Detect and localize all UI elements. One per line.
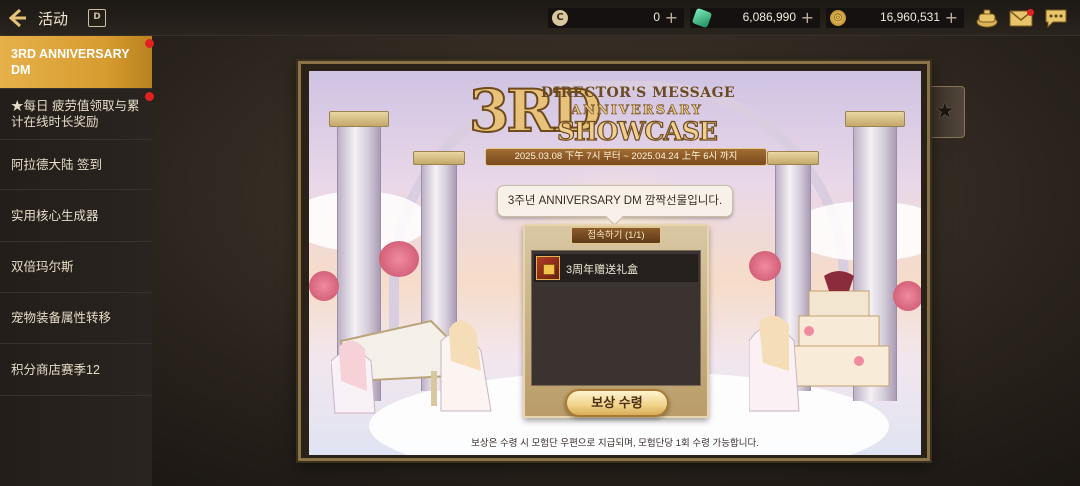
back-arrow-icon[interactable] xyxy=(6,7,28,29)
currency-gem: 6,086,990 + xyxy=(690,7,820,29)
speech-bubble: 3주년 ANNIVERSARY DM 깜짝선물입니다. xyxy=(497,185,733,217)
showcase-title: SHOWCASE xyxy=(556,116,718,146)
sidebar-item-daily-fatigue[interactable]: ★每日 疲劳值领取与累计在线时长奖励 xyxy=(0,89,154,140)
event-date-ribbon: 2025.03.08 下午 7시 부터 ~ 2025.04.24 上午 6시 까… xyxy=(485,148,767,166)
chat-icon[interactable] xyxy=(1044,7,1068,29)
sidebar-item-core-generator[interactable]: 实用核心生成器 xyxy=(0,190,152,242)
sidebar: 3RD ANNIVERSARY DM ★每日 疲劳值领取与累计在线时长奖励 阿拉… xyxy=(0,36,154,486)
sidebar-item-point-shop[interactable]: 积分商店赛季12 xyxy=(0,344,152,396)
favorite-tab[interactable]: ★ xyxy=(929,86,965,138)
reward-footnote: 보상은 수령 시 모험단 우편으로 지급되며, 모험단당 1회 수령 가능합니다… xyxy=(471,438,759,449)
notification-badge xyxy=(145,92,154,101)
currency-value: 0 xyxy=(653,10,660,24)
add-currency-button[interactable]: + xyxy=(665,8,678,27)
gift-box-icon xyxy=(536,256,560,280)
currency-coin: C 0 + xyxy=(548,8,684,28)
directors-message-title: DIRECTOR'S MESSAGE xyxy=(541,85,736,101)
currency-value: 6,086,990 xyxy=(742,10,796,24)
sidebar-item-checkin[interactable]: 阿拉德大陆 签到 xyxy=(0,140,152,190)
gold-coin-icon: ◎ xyxy=(830,10,846,26)
sidebar-item-label: ★每日 疲劳值领取与累计在线时长奖励 xyxy=(11,99,140,129)
sidebar-item-label: 实用核心生成器 xyxy=(11,208,99,223)
star-icon: ★ xyxy=(935,99,955,124)
top-bar: 活动 D C 0 + 6,086,990 + ◎ 16,960,531 + xyxy=(0,0,1080,36)
pillar-capital xyxy=(329,111,389,127)
sidebar-item-label: 双倍玛尔斯 xyxy=(11,260,74,274)
login-progress-label: 접속하기 (1/1) xyxy=(571,227,661,244)
reward-list: 3周年赠送礼盒 xyxy=(531,250,701,386)
mail-badge xyxy=(1027,9,1034,16)
pillar-capital xyxy=(845,111,905,127)
sidebar-item-label: 积分商店赛季12 xyxy=(11,362,100,377)
add-currency-button[interactable]: + xyxy=(801,8,814,27)
list-item[interactable]: 3周年赠送礼盒 xyxy=(534,254,698,282)
claim-reward-button[interactable]: 보상 수령 xyxy=(565,389,669,417)
reward-panel: 접속하기 (1/1) 3周年赠送礼盒 보상 수령 xyxy=(523,224,709,418)
pillar-capital xyxy=(767,151,819,165)
event-panel: 3RD DIRECTOR'S MESSAGE ANNIVERSARY SHOWC… xyxy=(298,61,930,461)
page-title: 活动 xyxy=(38,10,69,28)
sidebar-item-label: 3RD ANNIVERSARY DM xyxy=(11,47,130,77)
pillar-capital xyxy=(413,151,465,165)
reward-item-name: 3周年赠送礼盒 xyxy=(566,264,639,276)
coin-c-icon: C xyxy=(552,10,568,26)
currency-gold: ◎ 16,960,531 + xyxy=(826,8,964,28)
sidebar-item-label: 阿拉德大陆 签到 xyxy=(11,157,102,172)
sidebar-item-pet-transfer[interactable]: 宠物装备属性转移 xyxy=(0,293,152,344)
green-gem-icon xyxy=(691,7,713,29)
anniversary-title: ANNIVERSARY xyxy=(571,103,703,119)
event-banner-scene: 3RD DIRECTOR'S MESSAGE ANNIVERSARY SHOWC… xyxy=(309,71,921,455)
currency-value: 16,960,531 xyxy=(879,10,940,24)
flower-bouquet xyxy=(379,241,419,277)
piano-characters-illustration xyxy=(331,319,492,414)
treasure-pot-icon[interactable] xyxy=(975,7,999,29)
notification-badge xyxy=(145,39,154,48)
sidebar-item-3rd-anniversary-dm[interactable]: 3RD ANNIVERSARY DM xyxy=(0,36,154,89)
calendar-icon[interactable]: D xyxy=(88,9,106,27)
sidebar-item-double-mars[interactable]: 双倍玛尔斯 xyxy=(0,242,152,293)
sidebar-item-label: 宠物装备属性转移 xyxy=(11,311,112,325)
add-currency-button[interactable]: + xyxy=(945,8,958,27)
cake-character-illustration xyxy=(749,271,890,412)
